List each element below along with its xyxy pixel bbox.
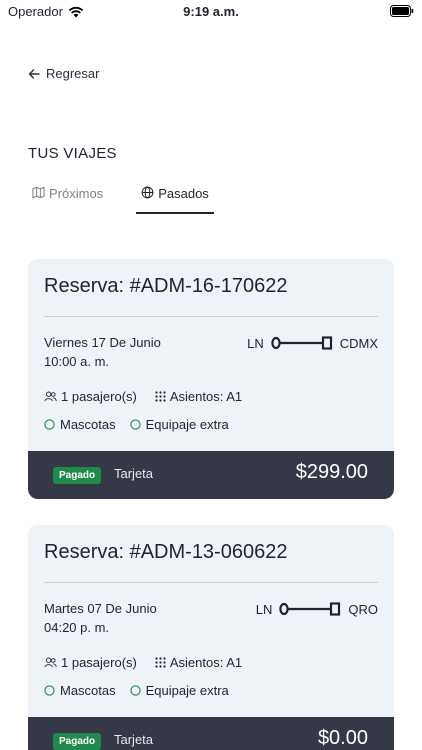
booking-card[interactable]: Reserva: #ADM-13-060622 Martes 07 De Jun…	[28, 525, 394, 750]
extra-pets[interactable]: Mascotas	[44, 417, 116, 432]
tab-proximos[interactable]: Próximos	[32, 186, 103, 214]
back-label: Regresar	[46, 66, 100, 81]
booking-time: 04:20 p. m.	[44, 620, 110, 635]
passengers-info: 1 pasajero(s)	[44, 655, 137, 670]
status-badge: Pagado	[53, 733, 102, 750]
tab-proximos-label: Próximos	[49, 186, 104, 201]
page-title: TUS VIAJES	[28, 145, 117, 162]
route-origin: LN	[255, 601, 273, 617]
extra-luggage[interactable]: Equipaje extra	[129, 683, 229, 698]
seats-text: Asientos: A1	[169, 389, 243, 404]
users-icon	[44, 391, 57, 402]
extra-pets-label: Mascotas	[60, 683, 116, 698]
route-destination: CDMX	[339, 335, 378, 351]
status-time: 9:19 a.m.	[183, 4, 239, 19]
status-bar: Operador 9:19 a.m.	[0, 0, 422, 24]
seats-text: Asientos: A1	[169, 655, 243, 670]
payment-method: Tarjeta	[114, 732, 154, 747]
tab-pasados[interactable]: Pasados	[136, 186, 214, 214]
booking-time: 10:00 a. m.	[44, 354, 110, 369]
passengers-text: 1 pasajero(s)	[61, 655, 137, 670]
passengers-text: 1 pasajero(s)	[61, 389, 137, 404]
grid-dots-icon	[155, 657, 166, 668]
tab-pasados-label: Pasados	[158, 186, 209, 201]
booking-amount: $299.00	[295, 461, 368, 483]
extra-luggage-label: Equipaje extra	[145, 683, 229, 698]
passengers-info: 1 pasajero(s)	[44, 389, 137, 404]
booking-footer: Pagado Tarjeta $299.00	[28, 451, 394, 499]
booking-card[interactable]: Reserva: #ADM-16-170622 Viernes 17 De Ju…	[28, 259, 394, 499]
card-divider	[44, 582, 378, 583]
battery-icon	[390, 5, 414, 17]
back-button[interactable]: Regresar	[28, 66, 99, 81]
booking-date: Viernes 17 De Junio	[44, 335, 161, 350]
status-badge: Pagado	[53, 467, 102, 484]
card-divider	[44, 316, 378, 317]
extras-row: Mascotas Equipaje extra	[44, 417, 229, 432]
trip-tabs: Próximos Pasados	[28, 186, 228, 214]
payment-method: Tarjeta	[114, 466, 154, 481]
extra-luggage-label: Equipaje extra	[145, 417, 229, 432]
circle-outline-icon	[44, 685, 55, 696]
users-icon	[44, 657, 57, 668]
globe-icon	[141, 186, 154, 199]
extras-row: Mascotas Equipaje extra	[44, 683, 229, 698]
extra-pets[interactable]: Mascotas	[44, 683, 116, 698]
circle-outline-icon	[129, 419, 141, 430]
extra-luggage[interactable]: Equipaje extra	[129, 417, 229, 432]
booking-title: Reserva: #ADM-13-060622	[44, 541, 288, 563]
extra-pets-label: Mascotas	[60, 417, 116, 432]
arrow-left-icon	[28, 68, 40, 79]
seats-info: Asientos: A1	[155, 389, 242, 404]
route-destination: QRO	[348, 601, 378, 617]
map-icon	[32, 186, 45, 199]
booking-info-row: 1 pasajero(s) Asientos: A1	[44, 389, 242, 404]
route-origin: LN	[247, 335, 264, 351]
circle-outline-icon	[129, 685, 141, 696]
circle-outline-icon	[44, 419, 55, 430]
booking-amount: $0.00	[317, 727, 368, 749]
route: LN QRO	[256, 601, 378, 617]
booking-date: Martes 07 De Junio	[44, 601, 157, 616]
booking-info-row: 1 pasajero(s) Asientos: A1	[44, 655, 242, 670]
route-line-icon	[271, 336, 332, 350]
seats-info: Asientos: A1	[155, 655, 242, 670]
booking-footer: Pagado Tarjeta $0.00	[28, 717, 394, 750]
grid-dots-icon	[155, 391, 166, 402]
route: LN CDMX	[247, 335, 378, 351]
booking-title: Reserva: #ADM-16-170622	[44, 275, 288, 297]
route-line-icon	[279, 602, 341, 616]
